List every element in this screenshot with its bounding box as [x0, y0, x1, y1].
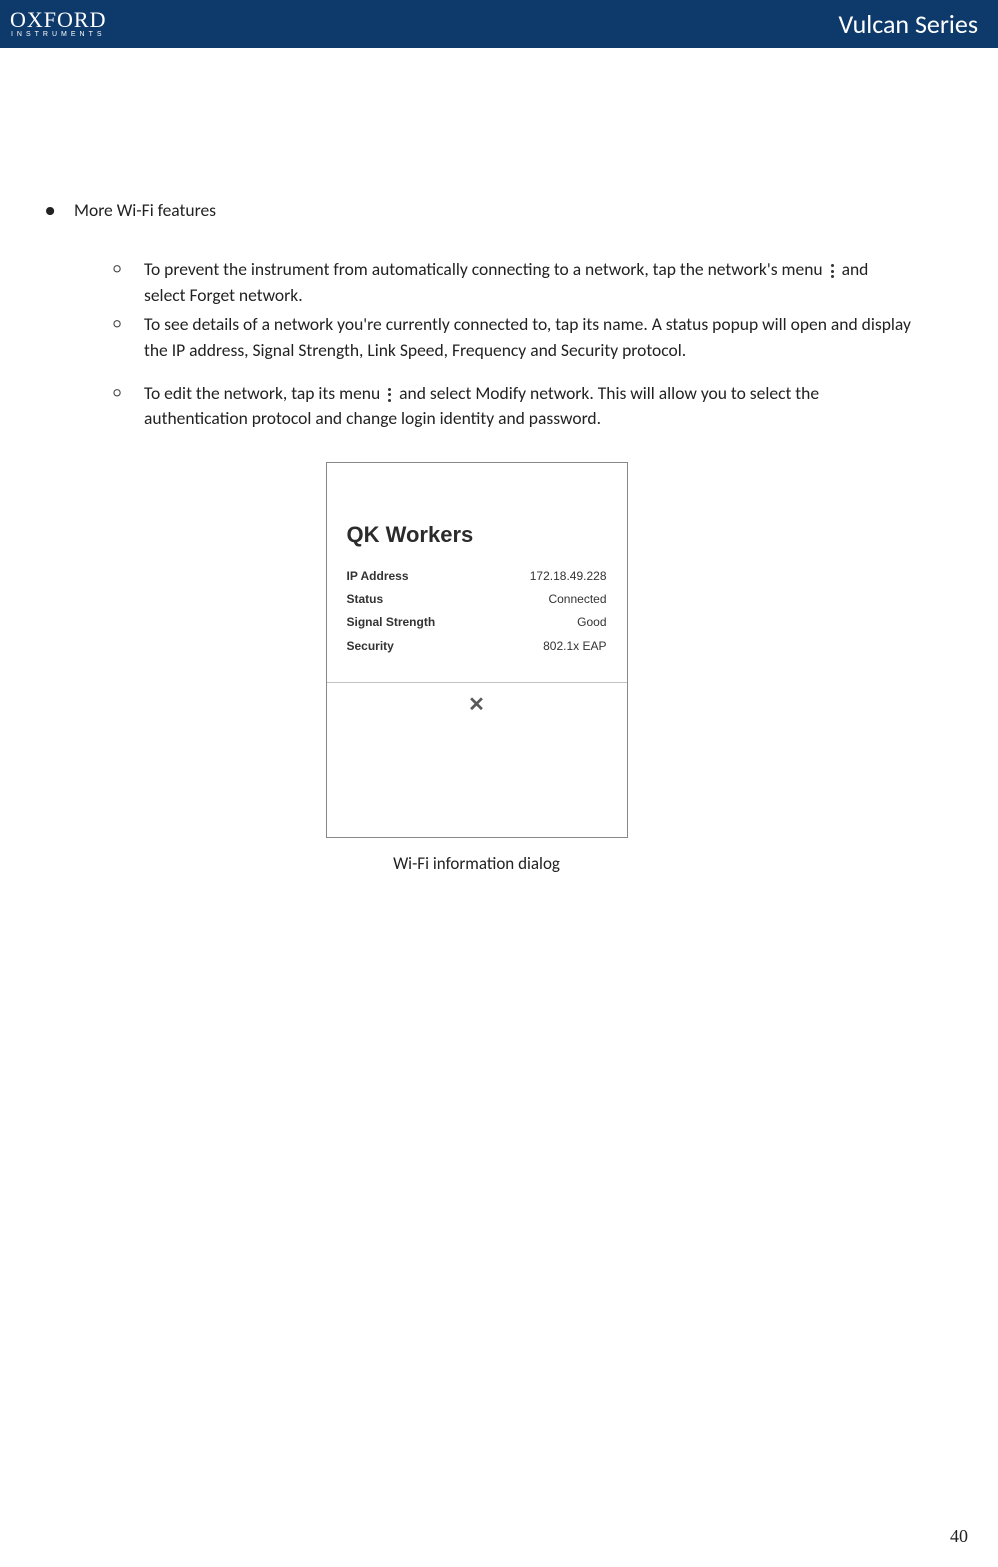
text-segment: To edit the network, tap its menu — [144, 382, 380, 404]
popup-label: Signal Strength — [347, 614, 436, 631]
subbullet-marker: ○ — [110, 312, 124, 363]
popup-padding — [327, 727, 627, 837]
popup-value: 802.1x EAP — [543, 638, 606, 655]
popup-label: Security — [347, 638, 394, 655]
popup-row: Security 802.1x EAP — [347, 635, 607, 658]
popup-label: IP Address — [347, 568, 409, 585]
popup-value: 172.18.49.228 — [530, 568, 607, 585]
popup-row: Signal Strength Good — [347, 611, 607, 634]
popup-row: Status Connected — [347, 588, 607, 611]
bullet-text: More Wi-Fi features — [74, 198, 216, 223]
subbullet-item: ○ To see details of a network you're cur… — [40, 312, 913, 363]
popup-close-row: ✕ — [327, 683, 627, 727]
popup-value: Connected — [548, 591, 606, 608]
logo-text-top: OXFORD — [10, 10, 106, 30]
page-header: OXFORD INSTRUMENTS Vulcan Series — [0, 0, 998, 48]
popup-label: Status — [347, 591, 384, 608]
subbullet-text: To edit the network, tap its menu and se… — [144, 381, 913, 432]
close-icon[interactable]: ✕ — [468, 695, 485, 715]
bullet-marker: ● — [44, 198, 56, 223]
subbullet-text: To see details of a network you're curre… — [144, 312, 913, 363]
figure-caption: Wi-Fi information dialog — [393, 852, 560, 877]
bullet-item: ● More Wi-Fi features — [40, 198, 913, 223]
logo-box: OXFORD INSTRUMENTS — [6, 3, 110, 45]
page-body: ● More Wi-Fi features ○ To prevent the i… — [0, 48, 998, 877]
popup-row: IP Address 172.18.49.228 — [347, 565, 607, 588]
subbullet-text: To prevent the instrument from automatic… — [144, 257, 913, 308]
subbullet-item: ○ To prevent the instrument from automat… — [40, 257, 913, 308]
subbullet-marker: ○ — [110, 257, 124, 308]
header-title: Vulcan Series — [838, 0, 998, 48]
text-segment: To prevent the instrument from automatic… — [144, 258, 823, 280]
vertical-dots-menu-icon — [831, 262, 834, 280]
logo: OXFORD INSTRUMENTS — [0, 0, 115, 48]
page-number: 40 — [950, 1526, 968, 1547]
figure: QK Workers IP Address 172.18.49.228 Stat… — [40, 462, 913, 877]
subbullet-marker: ○ — [110, 381, 124, 432]
wifi-status-popup: QK Workers IP Address 172.18.49.228 Stat… — [326, 462, 628, 838]
subbullet-item: ○ To edit the network, tap its menu and … — [40, 381, 913, 432]
vertical-dots-menu-icon — [388, 386, 391, 404]
popup-padding — [327, 463, 627, 519]
popup-value: Good — [577, 614, 606, 631]
logo-text-bottom: INSTRUMENTS — [11, 31, 106, 38]
popup-title: QK Workers — [327, 519, 627, 565]
popup-details: IP Address 172.18.49.228 Status Connecte… — [327, 565, 627, 683]
